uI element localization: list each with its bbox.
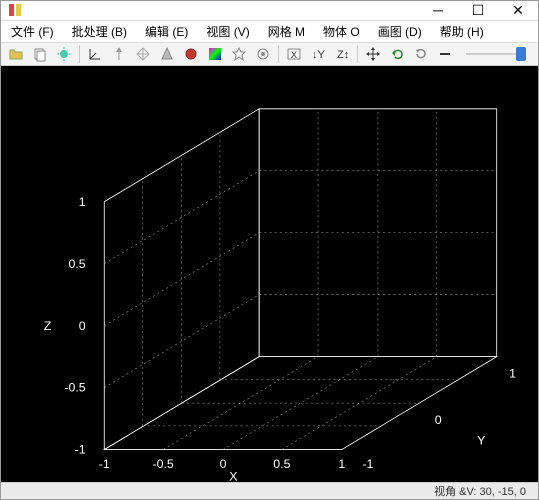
y-axis-button[interactable]: ↓Y (307, 43, 329, 65)
x-tick: -0.5 (152, 457, 173, 471)
menu-view[interactable]: 视图 (V) (202, 21, 253, 42)
menu-file[interactable]: 文件 (F) (7, 21, 58, 42)
colormap-button[interactable] (204, 43, 226, 65)
plot-3d[interactable]: -1 -0.5 0 0.5 1 Z -1 -0.5 0 0.5 1 X -1 0… (1, 66, 538, 482)
titlebar: ─ ☐ ✕ (1, 1, 538, 21)
wireframe-button[interactable] (132, 43, 154, 65)
y-tick: 1 (509, 366, 516, 380)
x-tick: 0 (220, 457, 227, 471)
y-tick: -1 (362, 457, 373, 471)
move-button[interactable] (362, 43, 384, 65)
light-button[interactable] (53, 43, 75, 65)
svg-text:Z↕: Z↕ (337, 49, 349, 61)
view-angle-status: 视角 &V: 30, -15, 0 (434, 483, 526, 499)
x-tick: 0.5 (273, 457, 290, 471)
menu-object[interactable]: 物体 O (319, 21, 364, 42)
menu-image[interactable]: 画图 (D) (374, 21, 426, 42)
z-axis-button[interactable]: Z↕ (331, 43, 353, 65)
x-tick: 1 (338, 457, 345, 471)
window-buttons: ─ ☐ ✕ (418, 1, 538, 20)
sphere-button[interactable] (180, 43, 202, 65)
x-tick: -1 (99, 457, 110, 471)
cone-button[interactable] (156, 43, 178, 65)
axis-button[interactable] (84, 43, 106, 65)
y-axis-label: Y (477, 433, 485, 447)
separator (278, 45, 279, 63)
statusbar: 视角 &V: 30, -15, 0 (1, 482, 538, 499)
z-axis-label: Z (44, 319, 52, 333)
star-button[interactable] (228, 43, 250, 65)
maximize-button[interactable]: ☐ (458, 1, 498, 20)
menubar: 文件 (F) 批处理 (B) 编辑 (E) 视图 (V) 网格 M 物体 O 画… (1, 21, 538, 43)
app-window: ─ ☐ ✕ 文件 (F) 批处理 (B) 编辑 (E) 视图 (V) 网格 M … (0, 0, 539, 500)
x-axis-button[interactable]: X (283, 43, 305, 65)
zoom-out-button[interactable] (434, 43, 456, 65)
zoom-slider[interactable] (458, 53, 534, 55)
close-button[interactable]: ✕ (498, 1, 538, 20)
copy-button[interactable] (29, 43, 51, 65)
minimize-button[interactable]: ─ (418, 1, 458, 20)
app-icon (7, 2, 23, 18)
undo-button[interactable] (386, 43, 408, 65)
plot-svg: -1 -0.5 0 0.5 1 Z -1 -0.5 0 0.5 1 X -1 0… (1, 66, 538, 482)
z-tick: -0.5 (64, 381, 85, 395)
separator (79, 45, 80, 63)
z-tick: 0 (79, 319, 86, 333)
menu-batch[interactable]: 批处理 (B) (68, 21, 131, 42)
toolbar: X ↓Y Z↕ (1, 43, 538, 66)
rotate-button[interactable] (410, 43, 432, 65)
settings-button[interactable] (252, 43, 274, 65)
separator (357, 45, 358, 63)
slider-thumb[interactable] (516, 47, 526, 61)
z-tick: 1 (79, 195, 86, 209)
z-tick: 0.5 (68, 257, 85, 271)
menu-edit[interactable]: 编辑 (E) (141, 21, 192, 42)
z-tick: -1 (75, 443, 86, 457)
menu-grid[interactable]: 网格 M (264, 21, 309, 42)
menu-help[interactable]: 帮助 (H) (436, 21, 488, 42)
open-button[interactable] (5, 43, 27, 65)
svg-text:↓Y: ↓Y (312, 49, 326, 61)
y-tick: 0 (435, 413, 442, 427)
x-axis-label: X (229, 470, 237, 482)
arrow-button[interactable] (108, 43, 130, 65)
svg-text:X: X (291, 50, 297, 60)
